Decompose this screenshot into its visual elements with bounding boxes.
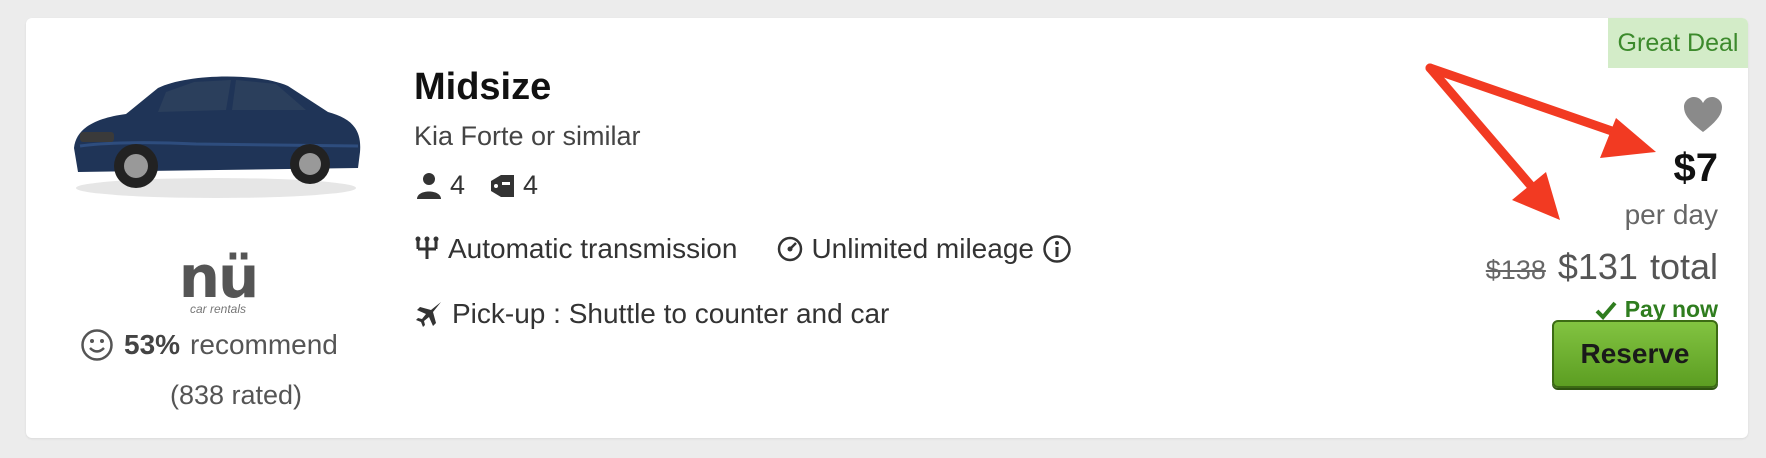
passenger-count: 4 bbox=[450, 170, 466, 200]
transmission-label: Automatic transmission bbox=[448, 233, 738, 264]
plane-icon bbox=[416, 302, 441, 327]
original-total: $138 bbox=[1485, 255, 1546, 285]
pickup-row: Pick-up : Shuttle to counter and car bbox=[414, 298, 889, 330]
discounted-total: $131 bbox=[1557, 246, 1638, 287]
smiley-icon bbox=[81, 329, 113, 361]
info-icon[interactable] bbox=[1042, 234, 1072, 264]
recommend-label: recommend bbox=[190, 329, 338, 360]
features-row: Automatic transmission Unlimited mileage bbox=[414, 233, 1072, 265]
vendor-logo-subtext: car rentals bbox=[189, 302, 247, 316]
mileage-label: Unlimited mileage bbox=[811, 233, 1034, 264]
car-image[interactable] bbox=[66, 48, 366, 208]
great-deal-badge: Great Deal bbox=[1608, 18, 1748, 68]
pickup-label: Pick-up : Shuttle to counter and car bbox=[452, 298, 890, 329]
pay-now-label: Pay now bbox=[1624, 296, 1718, 322]
total-price: $138 $131 total bbox=[1486, 246, 1718, 288]
daily-price: $7 bbox=[1673, 146, 1719, 190]
gear-shift-icon bbox=[415, 236, 439, 259]
pay-now: Pay now bbox=[1595, 296, 1718, 323]
check-icon bbox=[1595, 301, 1617, 320]
bag-count: 4 bbox=[523, 170, 539, 200]
car-category[interactable]: Midsize bbox=[414, 66, 551, 109]
recommend-rating: 53% recommend bbox=[80, 328, 380, 362]
vendor-logo: nü car rentals bbox=[176, 248, 260, 318]
per-day-label: per day bbox=[1624, 199, 1718, 230]
heart-icon[interactable] bbox=[1682, 96, 1724, 134]
bag-icon bbox=[491, 174, 515, 197]
car-model: Kia Forte or similar bbox=[414, 121, 641, 151]
person-icon bbox=[417, 172, 441, 199]
vendor-logo-mark: nü bbox=[178, 243, 260, 311]
car-listing-card: nü car rentals 53% recommend (838 rated)… bbox=[26, 18, 1748, 438]
total-label: total bbox=[1649, 246, 1718, 287]
speedometer-icon bbox=[778, 236, 803, 262]
recommend-percent: 53% bbox=[124, 329, 181, 360]
reserve-button[interactable]: Reserve bbox=[1552, 320, 1718, 388]
rated-count: (838 rated) bbox=[169, 380, 303, 410]
capacity-row: 4 4 bbox=[414, 170, 538, 201]
